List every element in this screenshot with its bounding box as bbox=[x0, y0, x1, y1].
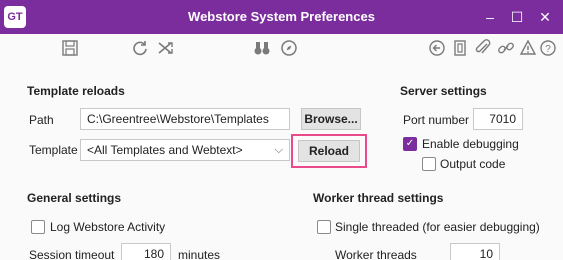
log-activity-checkbox[interactable] bbox=[31, 220, 45, 234]
title-bar: GT Webstore System Preferences – ☐ ✕ bbox=[0, 0, 563, 34]
single-threaded-label: Single threaded (for easier debugging) bbox=[335, 220, 540, 234]
server-settings-title: Server settings bbox=[400, 84, 487, 98]
binoculars-icon[interactable] bbox=[252, 38, 272, 58]
svg-text:?: ? bbox=[545, 44, 551, 55]
minimize-button[interactable]: – bbox=[478, 6, 502, 28]
back-icon[interactable] bbox=[427, 38, 447, 58]
worker-threads-label: Worker threads bbox=[335, 248, 417, 260]
worker-thread-settings-title: Worker thread settings bbox=[313, 191, 444, 205]
toolbar: ? bbox=[0, 34, 563, 62]
help-icon[interactable]: ? bbox=[538, 38, 558, 58]
chevron-down-icon: ⌵ bbox=[274, 144, 283, 156]
template-label: Template bbox=[29, 143, 78, 157]
general-settings-title: General settings bbox=[27, 191, 122, 205]
port-label: Port number bbox=[403, 113, 470, 127]
enable-debugging-checkbox[interactable]: ✓ bbox=[403, 137, 417, 151]
template-select-value: <All Templates and Webtext> bbox=[87, 143, 243, 157]
browse-button[interactable]: Browse... bbox=[301, 108, 361, 130]
single-threaded-checkbox[interactable] bbox=[317, 220, 331, 234]
refresh-icon[interactable] bbox=[130, 38, 150, 58]
log-activity-label: Log Webstore Activity bbox=[50, 220, 166, 234]
path-label: Path bbox=[29, 113, 54, 127]
output-code-checkbox[interactable] bbox=[422, 157, 436, 171]
port-input[interactable]: 7010 bbox=[473, 108, 523, 130]
close-button[interactable]: ✕ bbox=[533, 6, 557, 28]
compass-icon[interactable] bbox=[279, 38, 299, 58]
session-timeout-unit: minutes bbox=[178, 248, 221, 260]
attach-icon[interactable] bbox=[473, 38, 493, 58]
output-code-label: Output code bbox=[440, 157, 506, 171]
document-icon[interactable] bbox=[450, 38, 470, 58]
enable-debugging-label: Enable debugging bbox=[422, 137, 519, 151]
session-timeout-label: Session timeout bbox=[29, 248, 115, 260]
template-reloads-title: Template reloads bbox=[27, 84, 125, 98]
session-timeout-input[interactable]: 180 bbox=[121, 243, 171, 260]
template-select[interactable]: <All Templates and Webtext> ⌵ bbox=[80, 139, 290, 161]
save-icon[interactable] bbox=[60, 38, 80, 58]
worker-threads-input[interactable]: 10 bbox=[450, 243, 500, 260]
maximize-button[interactable]: ☐ bbox=[505, 6, 529, 28]
alert-icon[interactable] bbox=[518, 38, 538, 58]
path-input[interactable]: C:\Greentree\Webstore\Templates bbox=[80, 108, 290, 130]
shuffle-icon[interactable] bbox=[156, 38, 176, 58]
reload-button[interactable]: Reload bbox=[298, 140, 360, 162]
link-icon[interactable] bbox=[496, 38, 516, 58]
